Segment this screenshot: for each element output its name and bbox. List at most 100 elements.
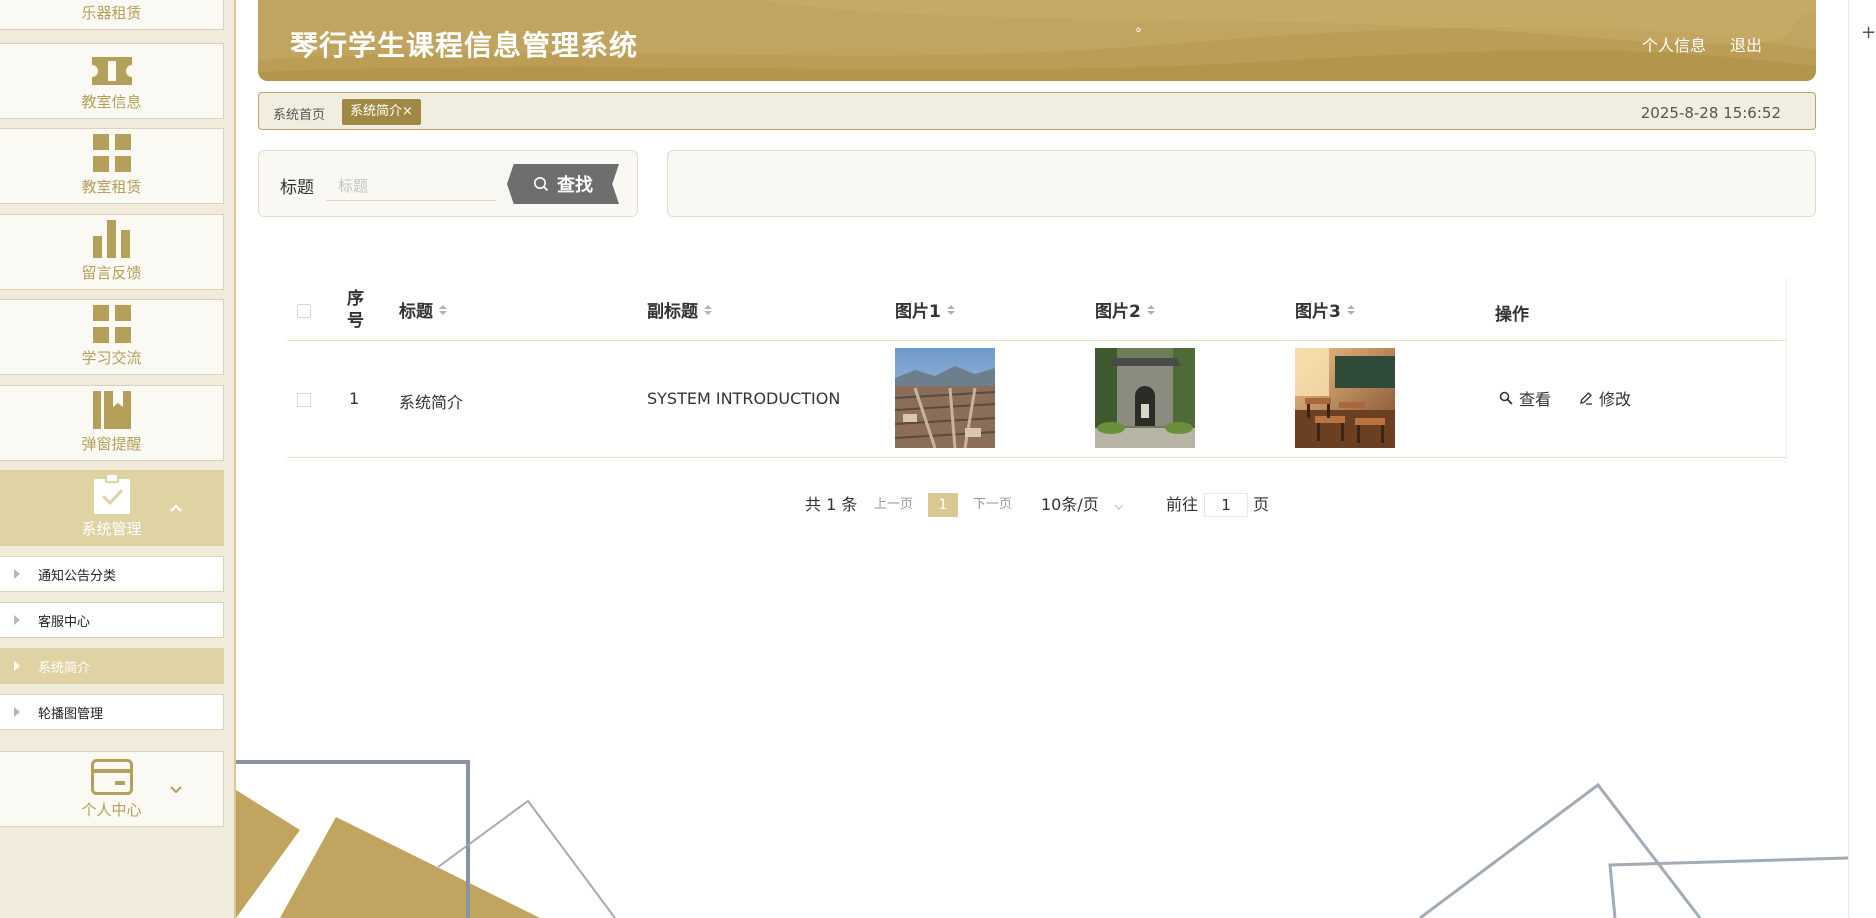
- select-all-checkbox[interactable]: [297, 304, 311, 318]
- sidebar-item-label: 个人中心: [81, 801, 142, 819]
- column-header-index: 序号: [347, 289, 364, 331]
- header-dot: °: [1135, 26, 1142, 42]
- top-header: 琴行学生课程信息管理系统 ° 个人信息 退出: [258, 0, 1816, 81]
- search-label: 标题: [280, 178, 314, 198]
- edit-button[interactable]: 修改: [1579, 386, 1631, 410]
- search-icon: [1499, 391, 1513, 405]
- column-header-label: 图片3: [1295, 302, 1341, 322]
- sidebar-item-feedback[interactable]: 留言反馈: [0, 214, 224, 290]
- page-size-select[interactable]: 10条/页: [1041, 492, 1124, 518]
- sidebar-item-instrument-rental[interactable]: 乐器租赁: [0, 0, 224, 30]
- column-header-label: 标题: [399, 302, 433, 322]
- column-header-subtitle[interactable]: 副标题: [647, 297, 712, 322]
- goto-label: 前往: [1166, 495, 1199, 514]
- edit-button-label: 修改: [1599, 390, 1632, 409]
- view-button-label: 查看: [1519, 390, 1552, 409]
- sort-icon[interactable]: [1146, 304, 1155, 315]
- card-icon: [90, 759, 133, 795]
- pagination-total: 共 1 条: [805, 495, 858, 514]
- background-decoration: [236, 760, 1849, 918]
- sort-icon[interactable]: [704, 304, 712, 315]
- column-header-image2[interactable]: 图片2: [1095, 297, 1155, 322]
- old-town-rooftops-photo: [895, 348, 995, 448]
- search-panel: 标题 查找: [258, 150, 638, 217]
- logout-link[interactable]: 退出: [1730, 32, 1762, 56]
- row-image-1[interactable]: [895, 348, 995, 448]
- column-header-image3[interactable]: 图片3: [1295, 297, 1355, 322]
- prev-page-button[interactable]: 上一页: [874, 492, 913, 518]
- clipboard-check-icon: [93, 474, 130, 514]
- sidebar-item-classroom-info[interactable]: 教室信息: [0, 43, 224, 119]
- row-subtitle: SYSTEM INTRODUCTION: [647, 389, 841, 408]
- sidebar-subitem-label: 系统简介: [38, 660, 91, 676]
- column-header-label: 副标题: [647, 302, 698, 322]
- sidebar-item-label: 系统管理: [81, 520, 142, 538]
- page-number-current[interactable]: 1: [928, 493, 958, 517]
- sort-icon[interactable]: [946, 304, 955, 315]
- next-page-button[interactable]: 下一页: [973, 492, 1012, 518]
- grid-icon: [92, 305, 131, 343]
- sidebar-item-label: 学习交流: [81, 349, 142, 367]
- stone-gate-courtyard-photo: [1095, 348, 1195, 448]
- search-input[interactable]: [326, 171, 496, 201]
- right-edge-strip: [1848, 0, 1876, 918]
- search-button[interactable]: 查找: [507, 164, 619, 204]
- sort-icon[interactable]: [1346, 304, 1355, 315]
- table-row: 1 系统简介 SYSTEM INTRODUCTION 查看 修改: [287, 342, 1787, 458]
- sidebar-subitem-label: 通知公告分类: [38, 568, 117, 584]
- sidebar-subitem-notice-category[interactable]: 通知公告分类: [0, 556, 224, 592]
- sort-icon[interactable]: [439, 304, 447, 315]
- sidebar-item-label: 教室信息: [81, 93, 142, 111]
- breadcrumb-current-label: 系统简介: [350, 104, 403, 119]
- sidebar-item-study-exchange[interactable]: 学习交流: [0, 299, 224, 375]
- breadcrumb-home[interactable]: 系统首页: [273, 104, 325, 123]
- close-icon[interactable]: ×: [402, 104, 413, 119]
- edit-icon: [1580, 392, 1592, 405]
- grid-icon: [92, 134, 131, 172]
- profile-link[interactable]: 个人信息: [1642, 32, 1706, 56]
- sidebar-item-label: 乐器租赁: [81, 4, 142, 22]
- view-button[interactable]: 查看: [1499, 386, 1551, 410]
- column-header-title[interactable]: 标题: [399, 297, 447, 322]
- sidebar-subitem-label: 客服中心: [38, 614, 91, 630]
- sidebar: 乐器租赁 教室信息 教室租赁 留言反馈 学习交流 弹窗提醒 系统管理 通知公告分…: [0, 0, 236, 918]
- sidebar-item-popup-reminder[interactable]: 弹窗提醒: [0, 385, 224, 461]
- row-checkbox[interactable]: [297, 393, 311, 407]
- sidebar-item-personal-center[interactable]: 个人中心: [0, 751, 224, 827]
- sidebar-item-system-management[interactable]: 系统管理: [0, 470, 224, 546]
- sidebar-item-classroom-rental[interactable]: 教室租赁: [0, 128, 224, 204]
- breadcrumb-current-tab[interactable]: 系统简介×: [342, 99, 421, 125]
- plus-icon[interactable]: +: [1861, 22, 1876, 43]
- caret-right-icon: [14, 707, 20, 717]
- row-index: 1: [349, 389, 360, 408]
- classroom-desks-photo: [1295, 348, 1395, 448]
- chevron-down-icon[interactable]: [169, 784, 183, 794]
- sidebar-subitem-customer-service[interactable]: 客服中心: [0, 602, 224, 638]
- chevron-up-icon[interactable]: [169, 503, 183, 513]
- sidebar-subitem-carousel-management[interactable]: 轮播图管理: [0, 694, 224, 730]
- caret-right-icon: [14, 615, 20, 625]
- sidebar-item-label: 弹窗提醒: [81, 435, 142, 453]
- table-header: 序号 标题 副标题 图片1 图片2 图片3 操作: [287, 277, 1787, 341]
- app-title: 琴行学生课程信息管理系统: [290, 29, 639, 62]
- row-image-2[interactable]: [1095, 348, 1195, 448]
- page-size-value: 10条/页: [1041, 495, 1099, 514]
- ticket-icon: [91, 57, 132, 85]
- data-table: 序号 标题 副标题 图片1 图片2 图片3 操作 1 系统简介 SYSTEM I…: [287, 277, 1787, 459]
- current-datetime: 2025-8-28 15:6:52: [1640, 104, 1781, 122]
- column-header-label: 图片2: [1095, 302, 1141, 322]
- breadcrumb: 系统首页 系统简介× 2025-8-28 15:6:52: [258, 92, 1816, 130]
- row-image-3[interactable]: [1295, 348, 1395, 448]
- caret-right-icon: [14, 661, 20, 671]
- column-header-image1[interactable]: 图片1: [895, 297, 955, 322]
- search-icon: [534, 177, 549, 192]
- sidebar-subitem-label: 轮播图管理: [38, 706, 104, 722]
- page-suffix: 页: [1253, 495, 1270, 514]
- sidebar-subitem-system-intro[interactable]: 系统简介: [0, 648, 224, 684]
- bookmark-book-icon: [92, 391, 131, 429]
- goto-page-input[interactable]: [1204, 493, 1248, 517]
- column-header-label: 图片1: [895, 302, 941, 322]
- column-header-actions: 操作: [1495, 305, 1529, 325]
- caret-right-icon: [14, 569, 20, 579]
- bar-chart-icon: [92, 220, 130, 258]
